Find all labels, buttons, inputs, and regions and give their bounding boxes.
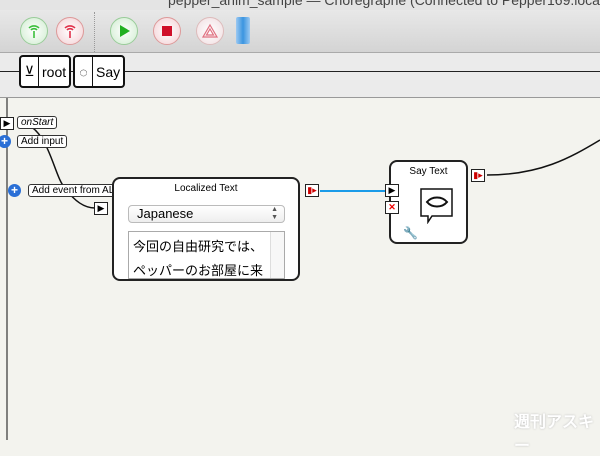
say-text-box[interactable]: Say Text 🔧 [389, 160, 468, 244]
breadcrumb-bar: ⊻ root ◌ Say [0, 53, 600, 98]
stop-button[interactable] [153, 17, 181, 45]
localized-text-output-port[interactable]: ▮▸ [305, 184, 319, 197]
window-title-bar: pepper_anim_sample — Choregraphe (Connec… [0, 0, 600, 10]
onstart-port[interactable]: ▶ [0, 117, 14, 130]
text-line: ペッパーのお部屋に来 [133, 263, 264, 278]
text-area[interactable]: 今回の自由研究では、 ペッパーのお部屋に来 [128, 231, 285, 279]
breadcrumb-root[interactable]: ⊻ root [19, 55, 72, 88]
watermark: 週刊アスキー [514, 414, 595, 455]
localized-text-box[interactable]: Localized Text Japanese ▲ ▼ 今回の自由研究では、 ペッパー… [112, 177, 300, 281]
toolbar-separator [94, 12, 95, 52]
breadcrumb-label: root [42, 63, 67, 80]
wire-output [486, 139, 600, 176]
warning-button[interactable] [196, 17, 224, 45]
connect-icon [28, 25, 40, 38]
select-arrows-icon: ▲ ▼ [271, 206, 278, 221]
localized-text-input-port[interactable]: ▶ [94, 202, 108, 215]
play-icon [120, 25, 130, 37]
volume-slider[interactable] [236, 17, 250, 44]
flow-canvas[interactable]: ▶ onStart + Add input + Add event from A… [0, 98, 600, 455]
add-event-button[interactable]: + [8, 184, 21, 197]
disconnect-button[interactable] [56, 17, 84, 45]
language-value: Japanese [137, 206, 194, 221]
root-icon: ⊻ [21, 57, 39, 86]
wrench-icon[interactable]: 🔧 [403, 226, 418, 240]
add-input-label: Add input [17, 135, 68, 148]
connect-button[interactable] [20, 17, 48, 45]
breadcrumb-label: Say [96, 63, 121, 80]
warning-icon [202, 23, 218, 38]
text-scrollbar[interactable] [270, 232, 284, 278]
say-onstop-port[interactable]: ✕ [385, 201, 399, 214]
wires [6, 98, 600, 440]
stop-icon [162, 26, 172, 36]
play-button[interactable] [110, 17, 138, 45]
text-line: 今回の自由研究では、 [133, 239, 264, 254]
disconnect-icon [64, 25, 76, 38]
onstart-label: onStart [17, 116, 58, 129]
say-output-port[interactable]: ▮▸ [471, 169, 485, 182]
window-title: pepper_anim_sample — Choregraphe (Connec… [168, 0, 600, 8]
toolbar [0, 10, 600, 53]
say-onstart-port[interactable]: ▶ [385, 184, 399, 197]
speech-lips-icon [420, 188, 453, 224]
speech-bubble-icon: ◌ [75, 57, 93, 86]
language-select[interactable]: Japanese ▲ ▼ [128, 205, 285, 223]
breadcrumb-say[interactable]: ◌ Say [73, 55, 126, 88]
box-title: Localized Text [174, 183, 238, 194]
box-title: Say Text [409, 166, 448, 177]
